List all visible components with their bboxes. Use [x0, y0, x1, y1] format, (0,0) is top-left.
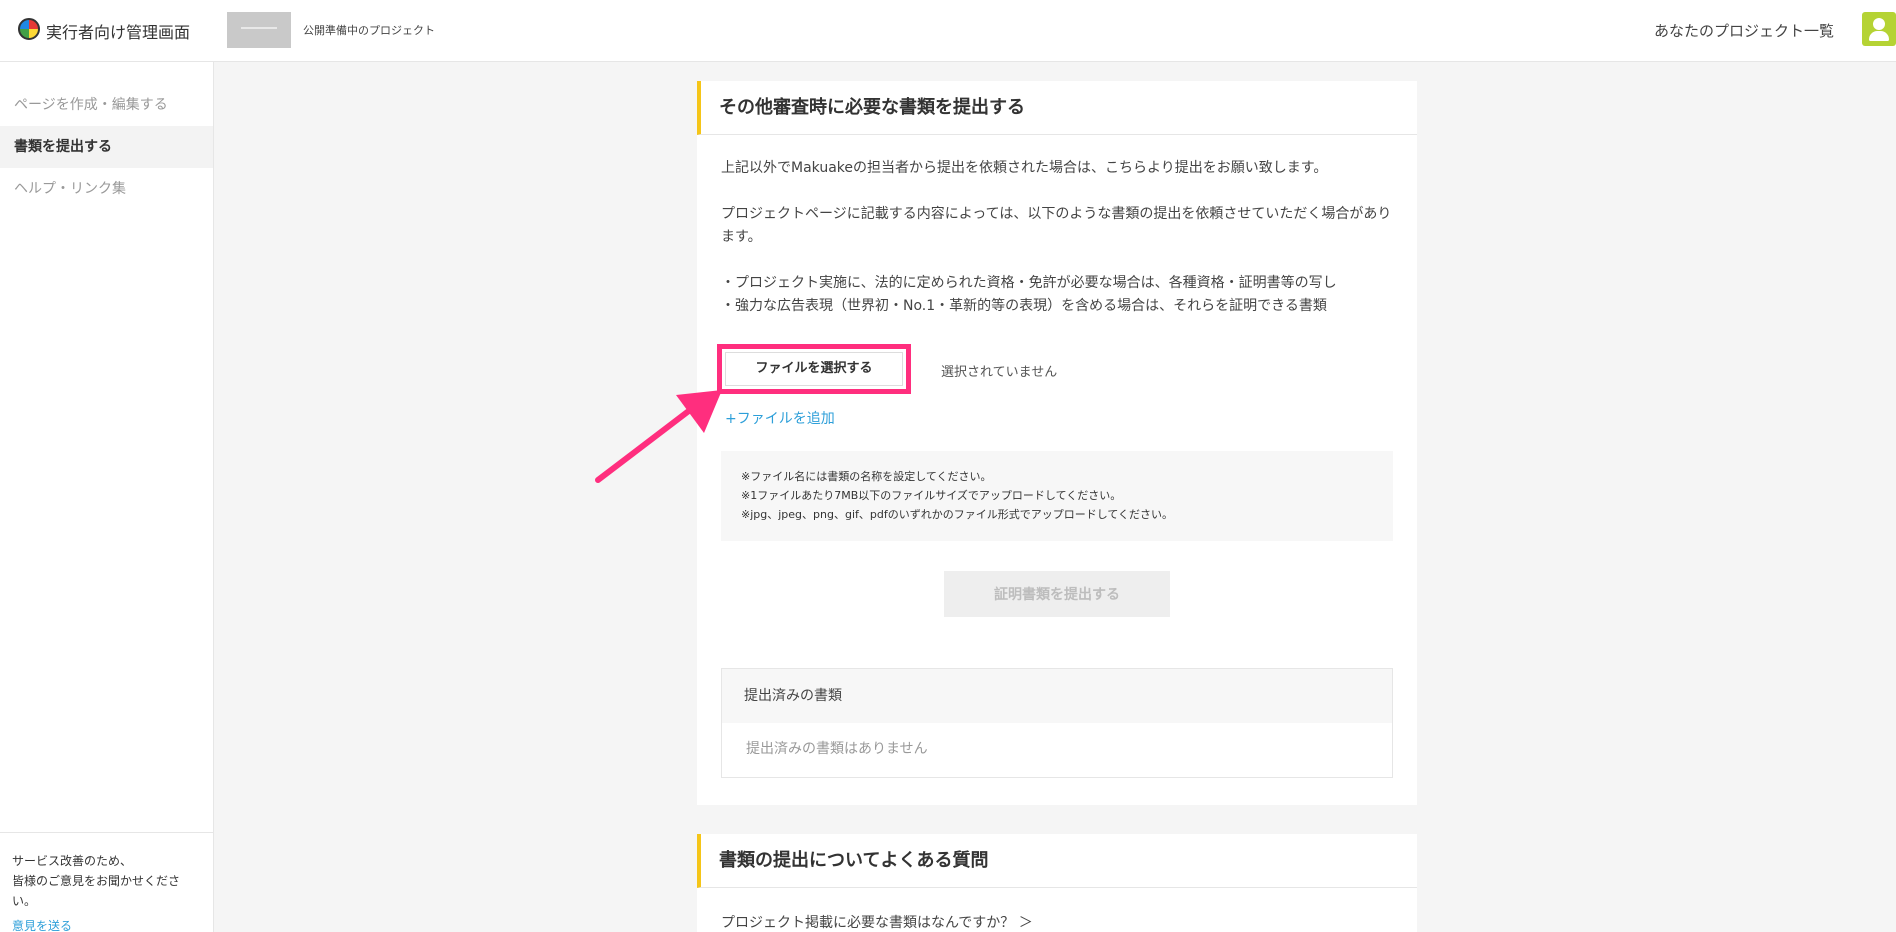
app-title[interactable]: 実行者向け管理画面 [46, 19, 190, 43]
feedback-text-2: 皆様のご意見をお聞かせください。 [12, 874, 181, 908]
makuake-logo-icon[interactable] [18, 18, 40, 40]
faq-card: 書類の提出についてよくある質問 プロジェクト掲載に必要な書類はなんですか？ ＞ [697, 834, 1417, 932]
your-projects-link[interactable]: あなたのプロジェクト一覧 [1654, 20, 1834, 41]
project-thumbnail[interactable] [227, 12, 291, 48]
upload-notes: ※ファイル名には書類の名称を設定してください。 ※1ファイルあたり7MB以下のフ… [721, 451, 1393, 541]
highlight-box: ファイルを選択する [717, 344, 911, 394]
submitted-header: 提出済みの書類 [722, 669, 1392, 723]
send-feedback-link[interactable]: 意見を送る [12, 917, 201, 932]
no-file-selected-text: 選択されていません [941, 365, 1058, 380]
user-avatar-icon[interactable] [1862, 12, 1896, 46]
description-1: 上記以外でMakuakeの担当者から提出を依頼された場合は、こちらより提出をお願… [721, 160, 1328, 176]
sidebar-item-help-links[interactable]: ヘルプ・リンク集 [0, 168, 213, 210]
note-2: ※1ファイルあたり7MB以下のファイルサイズでアップロードしてください。 [741, 489, 1122, 502]
other-documents-card: その他審査時に必要な書類を提出する 上記以外でMakuakeの担当者から提出を依… [697, 81, 1417, 805]
requirement-bullet-2: ・強力な広告表現（世界初・No.1・革新的等の表現）を含める場合は、それらを証明… [721, 298, 1327, 314]
submit-documents-button[interactable]: 証明書類を提出する [944, 571, 1170, 617]
choose-file-button[interactable]: ファイルを選択する [725, 352, 903, 386]
requirement-bullet-1: ・プロジェクト実施に、法的に定められた資格・免許が必要な場合は、各種資格・証明書… [721, 275, 1337, 291]
description-2: プロジェクトページに記載する内容によっては、以下のような書類の提出を依頼させてい… [721, 206, 1392, 245]
card-header: その他審査時に必要な書類を提出する [697, 81, 1417, 135]
project-status-label[interactable]: 公開準備中のプロジェクト [303, 22, 435, 38]
sidebar-item-submit-documents[interactable]: 書類を提出する [0, 126, 213, 168]
feedback-box: サービス改善のため、 皆様のご意見をお聞かせください。 意見を送る [0, 832, 213, 932]
top-header: 実行者向け管理画面 公開準備中のプロジェクト あなたのプロジェクト一覧 [0, 0, 1896, 62]
submitted-empty-text: 提出済みの書類はありません [746, 741, 928, 757]
note-1: ※ファイル名には書類の名称を設定してください。 [741, 470, 992, 483]
add-file-link[interactable]: +ファイルを追加 [725, 408, 835, 428]
page-title: その他審査時に必要な書類を提出する [719, 97, 1025, 118]
faq-header: 書類の提出についてよくある質問 [697, 834, 1417, 888]
sidebar-item-edit-page[interactable]: ページを作成・編集する [0, 84, 213, 126]
submitted-documents-panel: 提出済みの書類 提出済みの書類はありません [721, 668, 1393, 778]
feedback-text-1: サービス改善のため、 [12, 854, 133, 868]
note-3: ※jpg、jpeg、png、gif、pdfのいずれかのファイル形式でアップロード… [741, 508, 1174, 521]
faq-question-link[interactable]: プロジェクト掲載に必要な書類はなんですか？ ＞ [721, 912, 1033, 932]
sidebar: ページを作成・編集する 書類を提出する ヘルプ・リンク集 サービス改善のため、 … [0, 62, 214, 932]
faq-title: 書類の提出についてよくある質問 [719, 850, 989, 871]
